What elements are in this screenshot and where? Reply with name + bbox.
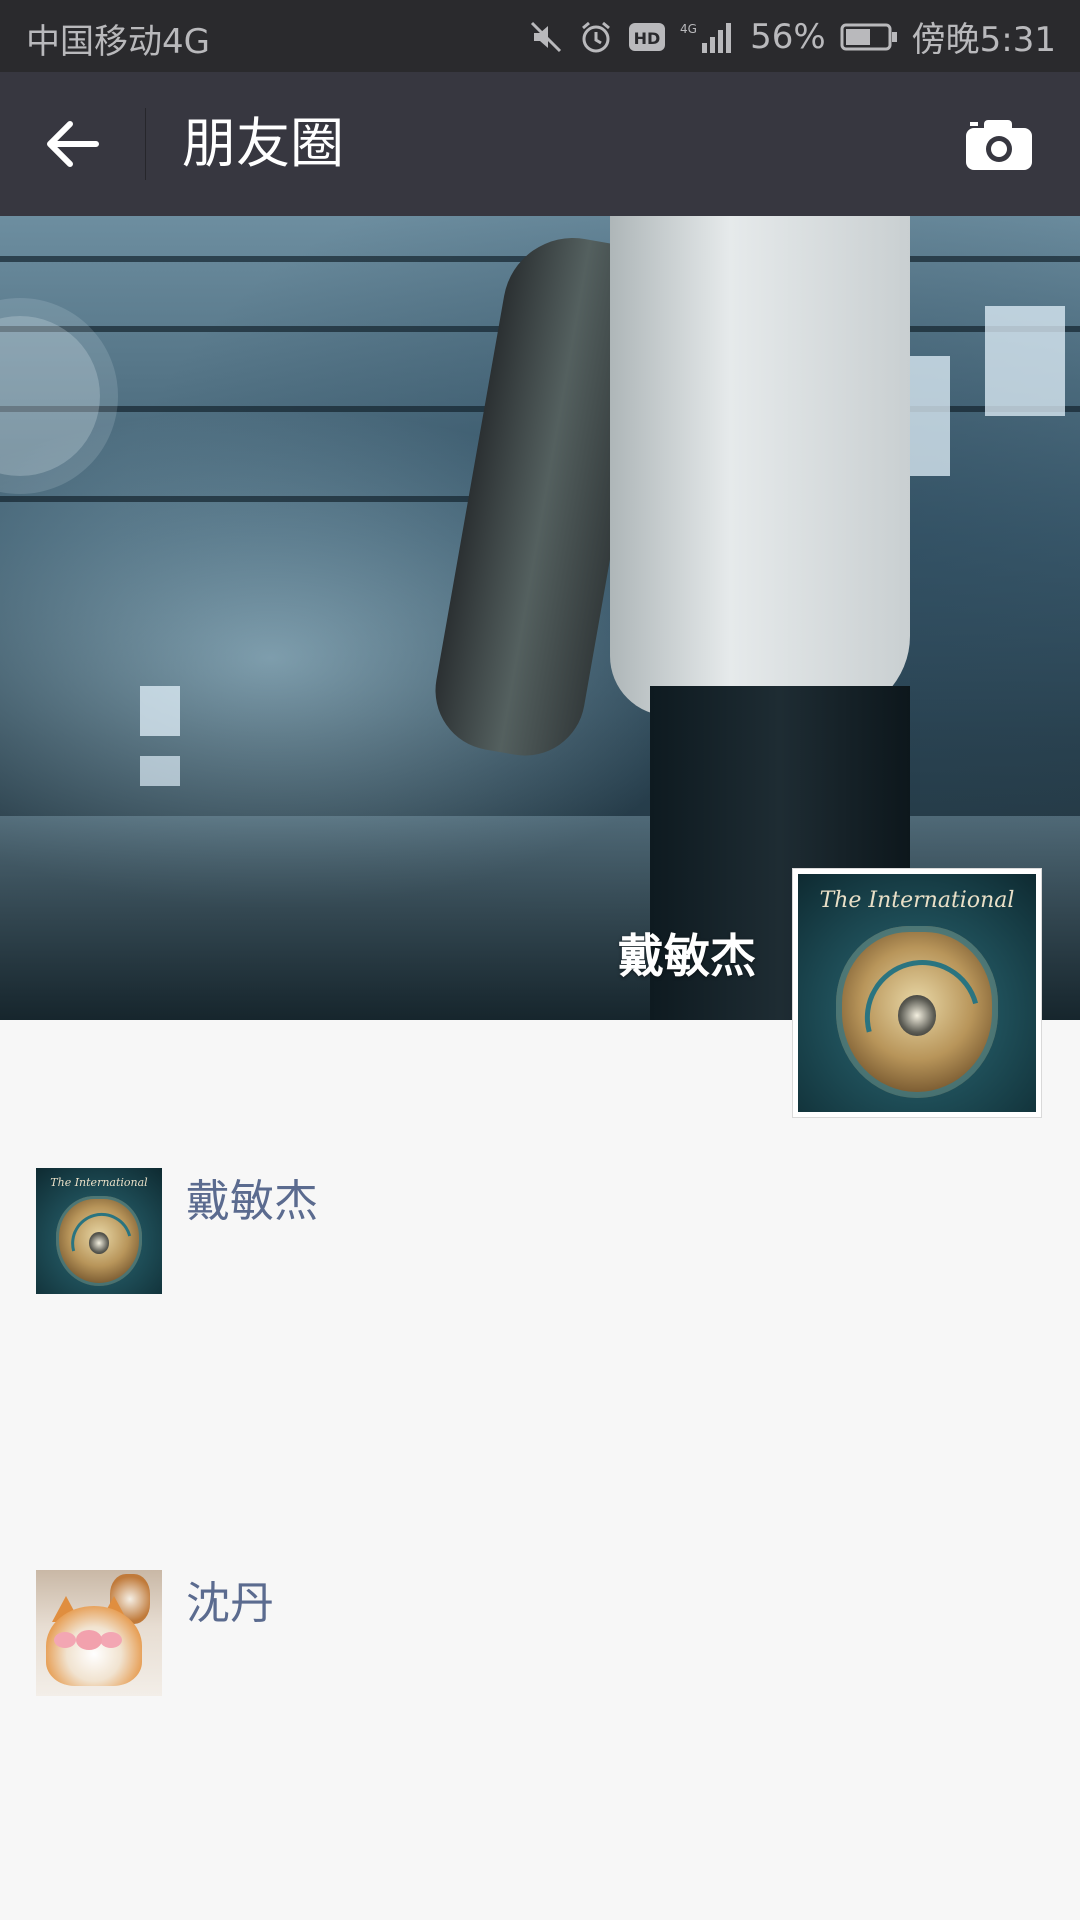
battery-percent: 56% [750,16,826,57]
feed-item[interactable]: The International 戴敏杰 [36,1168,1056,1298]
alarm-icon [578,19,614,55]
carrier-label: 中国移动4G [26,22,210,62]
camera-icon[interactable] [964,118,1034,172]
mute-icon [528,19,564,55]
avatar-caption: The International [50,1175,148,1189]
feed-user-name[interactable]: 戴敏杰 [186,1174,318,1230]
svg-text:HD: HD [634,29,661,48]
signal-icon: 4G [680,19,736,55]
app-bar-divider [145,108,146,180]
feed-item[interactable]: 沈丹 [36,1570,1056,1700]
avatar[interactable] [36,1570,162,1696]
feed-user-name[interactable]: 沈丹 [186,1576,274,1632]
svg-text:4G: 4G [680,22,697,36]
profile-avatar[interactable]: The International [792,868,1042,1118]
battery-icon [840,21,898,53]
status-icons: HD 4G 56% 傍晚5:31 [528,12,1056,61]
avatar[interactable]: The International [36,1168,162,1294]
status-bar: 中国移动4G HD 4G 56% 傍晚5:31 [0,0,1080,72]
app-bar: 朋友圈 [0,72,1080,216]
page-title: 朋友圈 [182,112,344,175]
cover-user-name[interactable]: 戴敏杰 [618,928,756,984]
avatar-caption: The International [819,888,1015,914]
clock: 傍晚5:31 [911,20,1056,60]
hd-icon: HD [628,21,666,53]
arrow-left-icon[interactable] [42,114,102,174]
